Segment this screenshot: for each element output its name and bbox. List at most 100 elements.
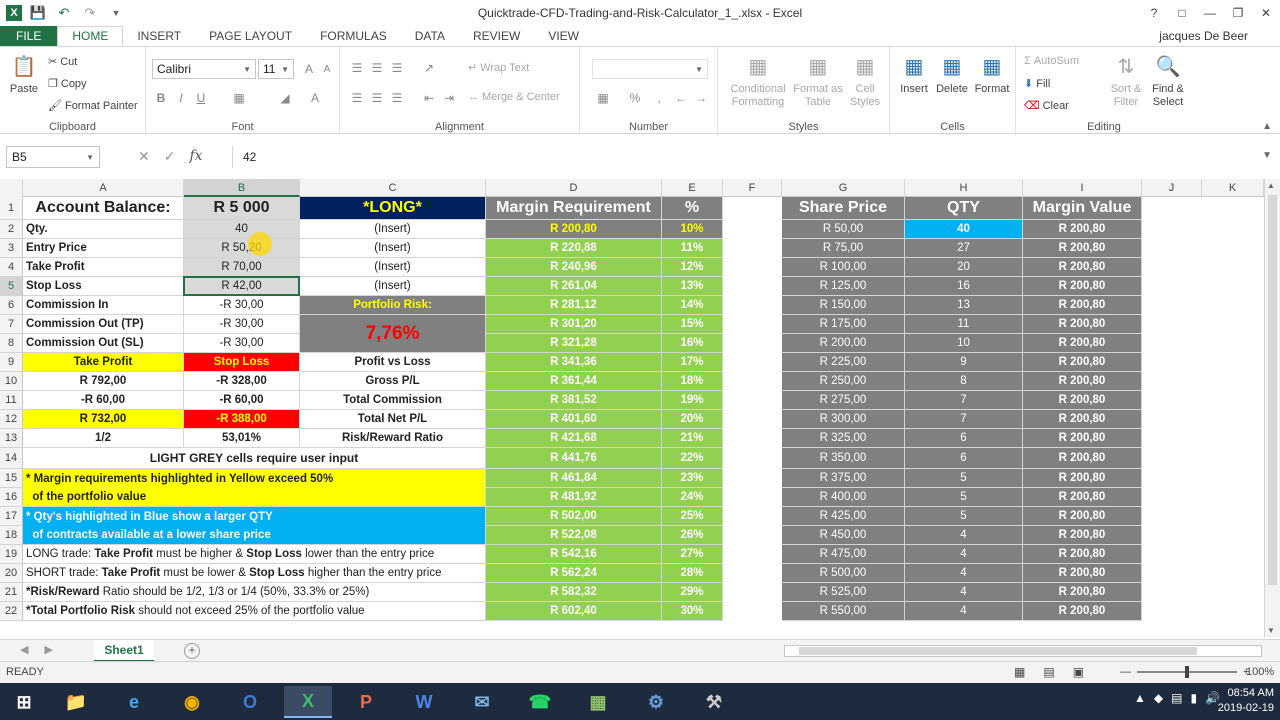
- cell-e22[interactable]: 30%: [662, 602, 723, 621]
- scroll-down-icon[interactable]: ▼: [1267, 626, 1275, 635]
- cell-styles-button[interactable]: ▦ Cell Styles: [846, 53, 884, 109]
- cell-a4[interactable]: Take Profit: [23, 258, 184, 277]
- cell-b7[interactable]: -R 30,00: [184, 315, 300, 334]
- align-top-icon[interactable]: ☰: [348, 59, 366, 77]
- fill-color-icon[interactable]: ◢: [276, 89, 294, 107]
- cell-a7[interactable]: Commission Out (TP): [23, 315, 184, 334]
- orientation-icon[interactable]: ↗: [420, 59, 438, 77]
- cell-b3[interactable]: R 50,20: [184, 239, 300, 258]
- cell-c7[interactable]: 7,76%: [300, 315, 486, 353]
- percent-icon[interactable]: %: [626, 89, 644, 107]
- cell-i17[interactable]: R 200,80: [1023, 507, 1142, 526]
- cell-a12[interactable]: R 732,00: [23, 410, 184, 429]
- zoom-slider-knob[interactable]: [1185, 666, 1189, 678]
- cell-h16[interactable]: 5: [905, 488, 1023, 507]
- column-header-e[interactable]: E: [662, 179, 723, 197]
- cell-c5[interactable]: (Insert): [300, 277, 486, 296]
- cell-i3[interactable]: R 200,80: [1023, 239, 1142, 258]
- internet-explorer-icon[interactable]: e: [110, 686, 158, 718]
- normal-view-icon[interactable]: ▦: [1014, 665, 1025, 679]
- cell-i11[interactable]: R 200,80: [1023, 391, 1142, 410]
- cell-e7[interactable]: 15%: [662, 315, 723, 334]
- cell-c2[interactable]: (Insert): [300, 220, 486, 239]
- cell-i4[interactable]: R 200,80: [1023, 258, 1142, 277]
- cell-c3[interactable]: (Insert): [300, 239, 486, 258]
- tab-data[interactable]: DATA: [401, 26, 459, 46]
- ribbon-display-icon[interactable]: □: [1168, 0, 1196, 26]
- cell-g18[interactable]: R 450,00: [782, 526, 905, 545]
- sort-filter-button[interactable]: ⇅ Sort & Filter: [1108, 53, 1144, 109]
- select-all-corner[interactable]: [0, 179, 23, 197]
- vertical-scroll-thumb[interactable]: [1268, 195, 1277, 585]
- scroll-up-icon[interactable]: ▲: [1267, 181, 1275, 190]
- word-icon[interactable]: W: [400, 686, 448, 718]
- excel-taskbar-icon[interactable]: X: [284, 686, 332, 718]
- cell-h3[interactable]: 27: [905, 239, 1023, 258]
- cell-d15[interactable]: R 461,84: [486, 469, 662, 488]
- cell-i22[interactable]: R 200,80: [1023, 602, 1142, 621]
- column-header-j[interactable]: J: [1142, 179, 1202, 197]
- cell-i14[interactable]: R 200,80: [1023, 448, 1142, 469]
- cell-i5[interactable]: R 200,80: [1023, 277, 1142, 296]
- conditional-formatting-button[interactable]: ▦ Conditional Formatting: [726, 53, 790, 109]
- insert-button[interactable]: ▦ Insert: [896, 53, 932, 96]
- cell-e13[interactable]: 21%: [662, 429, 723, 448]
- network-app-icon[interactable]: ⚙: [632, 686, 680, 718]
- cell-g9[interactable]: R 225,00: [782, 353, 905, 372]
- align-bottom-icon[interactable]: ☰: [388, 59, 406, 77]
- cell-b2[interactable]: 40: [184, 220, 300, 239]
- horizontal-scroll-thumb[interactable]: [799, 647, 1197, 655]
- row-header-12[interactable]: 12: [0, 410, 23, 429]
- cell-b5[interactable]: R 42,00: [184, 277, 300, 296]
- tab-page-layout[interactable]: PAGE LAYOUT: [195, 26, 306, 46]
- file-explorer-icon[interactable]: 📁: [52, 686, 100, 718]
- cell-d12[interactable]: R 401,60: [486, 410, 662, 429]
- restore-icon[interactable]: ❐: [1224, 0, 1252, 26]
- row-header-20[interactable]: 20: [0, 564, 23, 583]
- undo-icon[interactable]: ↶: [54, 3, 74, 23]
- cell-e21[interactable]: 29%: [662, 583, 723, 602]
- cell-h4[interactable]: 20: [905, 258, 1023, 277]
- cell-d7[interactable]: R 301,20: [486, 315, 662, 334]
- collapse-ribbon-icon[interactable]: ▲: [1262, 121, 1272, 132]
- row-header-7[interactable]: 7: [0, 315, 23, 334]
- cell-d3[interactable]: R 220,88: [486, 239, 662, 258]
- name-box[interactable]: B5 ▼: [6, 146, 100, 168]
- zoom-slider[interactable]: [1137, 666, 1237, 678]
- tab-insert[interactable]: INSERT: [123, 26, 195, 46]
- tab-review[interactable]: REVIEW: [459, 26, 534, 46]
- cell-b13[interactable]: 53,01%: [184, 429, 300, 448]
- cell-e3[interactable]: 11%: [662, 239, 723, 258]
- cell-e18[interactable]: 26%: [662, 526, 723, 545]
- cell-g16[interactable]: R 400,00: [782, 488, 905, 507]
- cell-h18[interactable]: 4: [905, 526, 1023, 545]
- row-header-4[interactable]: 4: [0, 258, 23, 277]
- cell-h14[interactable]: 6: [905, 448, 1023, 469]
- cell-e20[interactable]: 28%: [662, 564, 723, 583]
- cell-h2[interactable]: 40: [905, 220, 1023, 239]
- tab-file[interactable]: FILE: [0, 26, 58, 46]
- row-header-19[interactable]: 19: [0, 545, 23, 564]
- wrap-text-button[interactable]: ↵ Wrap Text: [468, 61, 529, 75]
- cell-g5[interactable]: R 125,00: [782, 277, 905, 296]
- cell-e15[interactable]: 23%: [662, 469, 723, 488]
- cell-i8[interactable]: R 200,80: [1023, 334, 1142, 353]
- cell-g7[interactable]: R 175,00: [782, 315, 905, 334]
- cell-b1[interactable]: R 5 000: [184, 197, 300, 220]
- cell-d8[interactable]: R 321,28: [486, 334, 662, 353]
- cell-i19[interactable]: R 200,80: [1023, 545, 1142, 564]
- cell-g12[interactable]: R 300,00: [782, 410, 905, 429]
- format-as-table-button[interactable]: ▦ Format as Table: [792, 53, 844, 109]
- insert-function-icon[interactable]: fx: [189, 148, 202, 165]
- cell-a1[interactable]: Account Balance:: [23, 197, 184, 220]
- cell-i18[interactable]: R 200,80: [1023, 526, 1142, 545]
- underline-button[interactable]: U: [192, 89, 210, 107]
- row-header-3[interactable]: 3: [0, 239, 23, 258]
- column-header-a[interactable]: A: [23, 179, 184, 197]
- row-header-10[interactable]: 10: [0, 372, 23, 391]
- column-header-d[interactable]: D: [486, 179, 662, 197]
- comma-icon[interactable]: ,: [650, 89, 668, 107]
- chrome-icon[interactable]: ◉: [168, 686, 216, 718]
- dropbox-icon[interactable]: ◆: [1154, 691, 1163, 705]
- row-header-15[interactable]: 15: [0, 469, 23, 488]
